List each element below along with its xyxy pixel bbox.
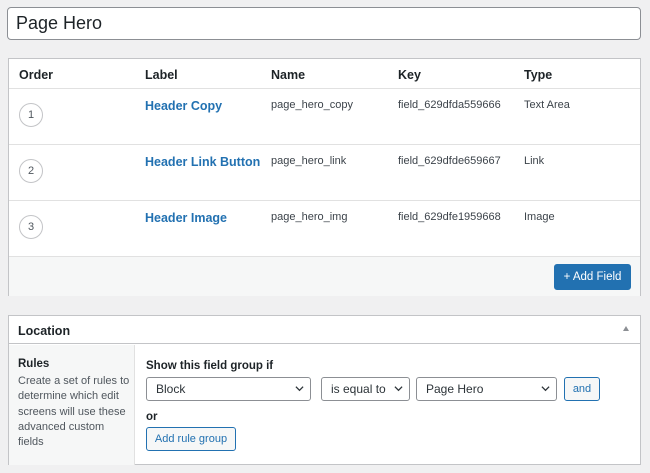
rule-param-select[interactable]: Block — [146, 377, 311, 401]
rule-param-value: Block — [156, 382, 186, 396]
location-title: Location — [18, 324, 71, 338]
rules-sidebar: Rules Create a set of rules to determine… — [9, 345, 135, 465]
collapse-up-icon[interactable] — [623, 326, 629, 331]
column-header-key: Key — [398, 68, 421, 82]
field-label-link[interactable]: Header Image — [145, 211, 227, 225]
field-label-link[interactable]: Header Link Button — [145, 155, 260, 169]
field-key: field_629dfda559666 — [398, 99, 501, 111]
rule-value-value: Page Hero — [426, 382, 484, 396]
add-field-button[interactable]: + Add Field — [554, 264, 631, 290]
column-header-type: Type — [524, 68, 553, 82]
rule-value-select[interactable]: Page Hero — [416, 377, 557, 401]
add-and-rule-button[interactable]: and — [564, 377, 600, 401]
field-name: page_hero_img — [271, 211, 348, 223]
field-key: field_629dfde659667 — [398, 155, 501, 167]
location-panel: Location Rules Create a set of rules to … — [8, 315, 641, 465]
field-order-handle[interactable]: 3 — [19, 215, 43, 239]
field-label-link[interactable]: Header Copy — [145, 99, 222, 113]
rules-title: Rules — [18, 358, 50, 370]
field-order-handle[interactable]: 2 — [19, 159, 43, 183]
rules-description: Create a set of rules to determine which… — [18, 375, 130, 449]
field-group-title-input[interactable] — [7, 7, 641, 40]
field-key: field_629dfe1959668 — [398, 211, 501, 223]
field-type: Link — [524, 155, 545, 167]
chevron-down-icon — [541, 386, 550, 392]
location-header[interactable]: Location — [9, 316, 640, 344]
field-row[interactable]: 3 Header Image page_hero_img field_629df… — [9, 201, 640, 257]
field-type: Image — [524, 211, 555, 223]
or-label: or — [146, 411, 158, 423]
fields-footer: + Add Field — [9, 257, 640, 296]
column-header-order: Order — [19, 68, 54, 82]
field-order-handle[interactable]: 1 — [19, 103, 43, 127]
field-type: Text Area — [524, 99, 570, 111]
show-if-label: Show this field group if — [146, 360, 274, 372]
field-name: page_hero_link — [271, 155, 347, 167]
field-name: page_hero_copy — [271, 99, 353, 111]
column-header-name: Name — [271, 68, 306, 82]
fields-table-header: Order Label Name Key Type — [9, 59, 640, 89]
field-row[interactable]: 1 Header Copy page_hero_copy field_629df… — [9, 89, 640, 145]
chevron-down-icon — [295, 386, 304, 392]
column-header-label: Label — [145, 68, 178, 82]
field-row[interactable]: 2 Header Link Button page_hero_link fiel… — [9, 145, 640, 201]
chevron-down-icon — [394, 386, 403, 392]
rule-operator-value: is equal to — [331, 382, 386, 396]
fields-panel: Order Label Name Key Type 1 Header Copy … — [8, 58, 641, 296]
add-rule-group-button[interactable]: Add rule group — [146, 427, 236, 451]
rule-operator-select[interactable]: is equal to — [321, 377, 410, 401]
